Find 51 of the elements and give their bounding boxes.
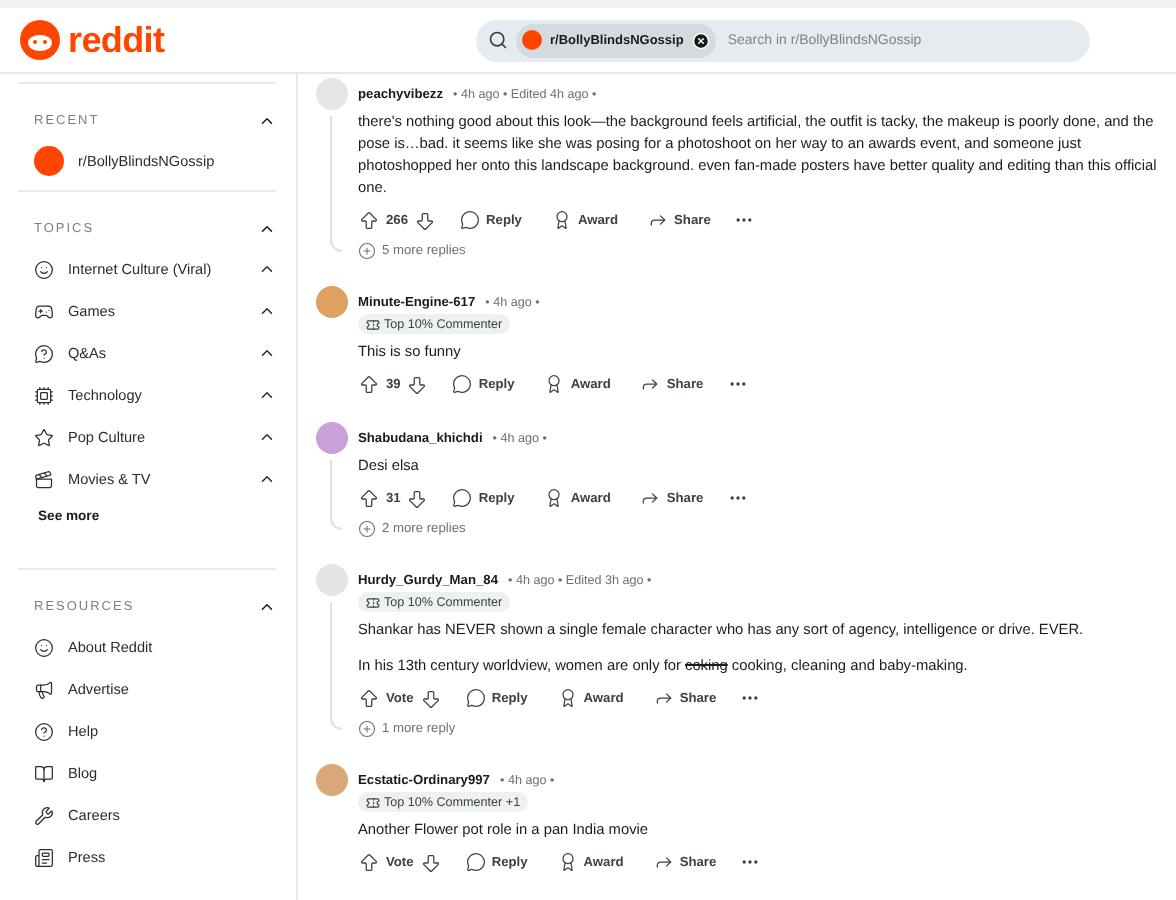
award-icon bbox=[544, 488, 565, 508]
megaphone-icon bbox=[34, 679, 54, 699]
close-icon[interactable] bbox=[691, 31, 710, 49]
award-icon bbox=[544, 374, 565, 394]
speech-bubble-icon bbox=[452, 488, 473, 508]
award-icon bbox=[551, 210, 572, 230]
share-icon bbox=[648, 210, 669, 230]
share-icon bbox=[653, 688, 674, 708]
award-icon bbox=[557, 688, 578, 708]
wrench-icon bbox=[34, 805, 54, 825]
chip-icon bbox=[34, 385, 54, 405]
chevron-up-icon[interactable] bbox=[258, 470, 276, 488]
share-icon bbox=[640, 488, 661, 508]
downvote-icon[interactable] bbox=[419, 851, 442, 873]
smiley-icon bbox=[34, 637, 54, 657]
plus-circle-icon bbox=[358, 520, 376, 538]
clapperboard-icon bbox=[34, 469, 54, 489]
upvote-icon[interactable] bbox=[358, 687, 380, 709]
downvote-icon[interactable] bbox=[419, 687, 442, 709]
help-icon bbox=[34, 721, 54, 741]
chevron-up-icon[interactable] bbox=[258, 260, 276, 278]
award-icon bbox=[557, 852, 578, 872]
chevron-up-icon[interactable] bbox=[258, 386, 276, 404]
plus-circle-icon bbox=[358, 720, 376, 738]
gamepad-icon bbox=[34, 301, 54, 321]
community-avatar-icon bbox=[522, 30, 542, 50]
star-icon bbox=[34, 427, 54, 447]
upvote-icon[interactable] bbox=[358, 851, 380, 873]
community-avatar-icon bbox=[34, 146, 64, 176]
smiley-icon bbox=[34, 259, 54, 279]
speech-bubble-icon bbox=[452, 374, 473, 394]
newspaper-icon bbox=[34, 847, 54, 867]
speech-bubble-icon bbox=[460, 210, 481, 230]
downvote-icon[interactable] bbox=[414, 209, 437, 231]
share-icon bbox=[653, 852, 674, 872]
speech-bubble-icon bbox=[465, 688, 486, 708]
search-icon bbox=[488, 30, 508, 50]
chevron-up-icon[interactable] bbox=[258, 302, 276, 320]
book-icon bbox=[34, 763, 54, 783]
upvote-icon[interactable] bbox=[358, 487, 380, 509]
speech-bubble-icon bbox=[465, 852, 486, 872]
upvote-icon[interactable] bbox=[358, 373, 380, 395]
share-icon bbox=[640, 374, 661, 394]
plus-circle-icon bbox=[358, 242, 376, 260]
downvote-icon[interactable] bbox=[406, 487, 429, 509]
upvote-icon[interactable] bbox=[358, 209, 380, 231]
chevron-up-icon[interactable] bbox=[258, 344, 276, 362]
question-bubble-icon bbox=[34, 343, 54, 363]
chevron-up-icon[interactable] bbox=[258, 428, 276, 446]
reddit-logo-icon[interactable] bbox=[20, 20, 60, 60]
downvote-icon[interactable] bbox=[406, 373, 429, 395]
